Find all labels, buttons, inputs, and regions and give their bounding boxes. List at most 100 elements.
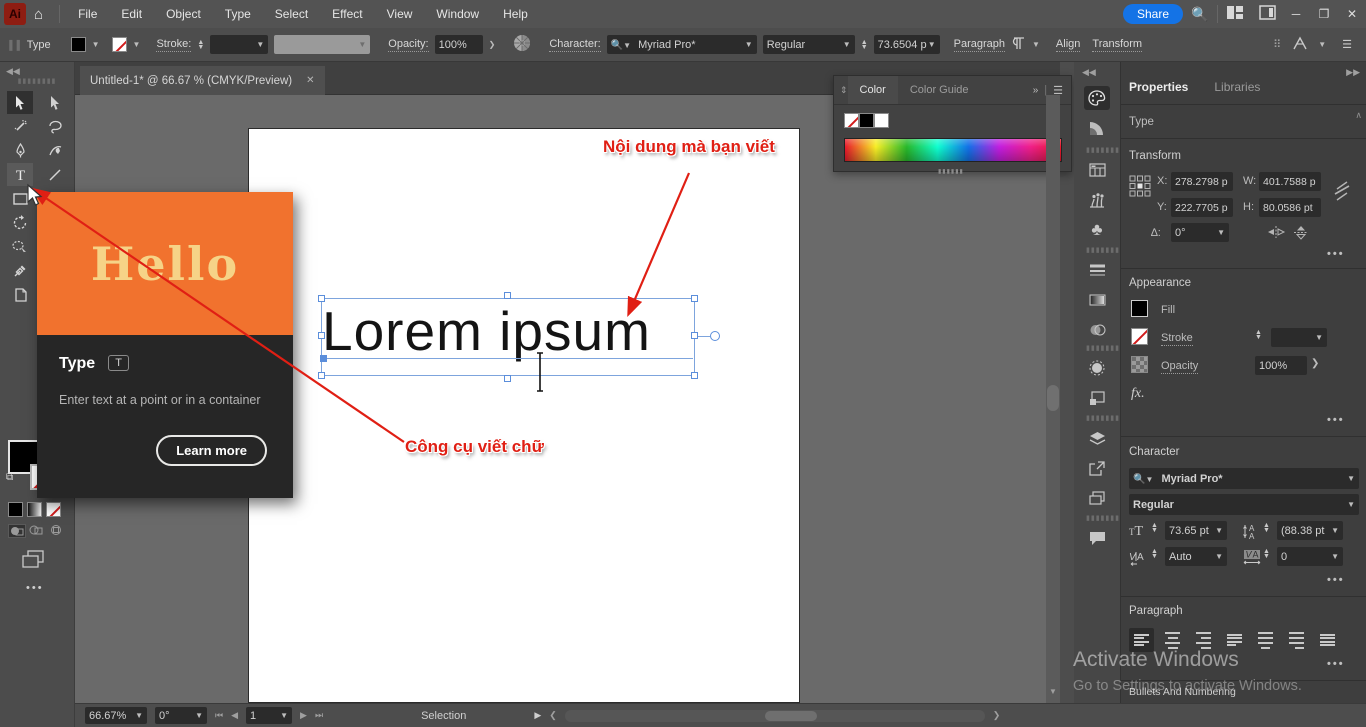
- symbols-panel-icon[interactable]: ♣: [1084, 218, 1110, 242]
- reference-point-grid[interactable]: [1129, 172, 1151, 201]
- tool-type[interactable]: T: [7, 163, 33, 186]
- font-size-stepper[interactable]: ▲▼: [861, 40, 868, 50]
- fill-color-swatch[interactable]: [71, 37, 86, 52]
- rotation-dropdown[interactable]: 0°▼: [155, 707, 207, 724]
- opacity-field[interactable]: 100%: [435, 35, 483, 54]
- search-icon[interactable]: 🔍: [1183, 6, 1217, 23]
- layers-panel-icon[interactable]: [1084, 426, 1110, 450]
- close-button[interactable]: ✕: [1338, 7, 1366, 21]
- vertical-scrollbar-thumb[interactable]: [1047, 385, 1059, 411]
- next-artboard-icon[interactable]: ▶: [300, 710, 307, 721]
- color-mode-none[interactable]: [46, 502, 61, 517]
- stroke-panel-icon[interactable]: [1084, 258, 1110, 282]
- learn-more-button[interactable]: Learn more: [156, 435, 267, 466]
- artboard[interactable]: Lorem ipsum: [248, 128, 800, 703]
- tool-pen[interactable]: [7, 139, 33, 162]
- menu-file[interactable]: File: [66, 0, 109, 28]
- first-artboard-icon[interactable]: ⏮: [215, 710, 223, 721]
- dock-options-icon[interactable]: ⠿: [1273, 38, 1282, 51]
- arrange-documents-icon[interactable]: [1218, 6, 1252, 22]
- artboards-panel-icon[interactable]: [1084, 486, 1110, 510]
- tool-direct-selection[interactable]: [42, 91, 68, 114]
- tab-properties[interactable]: Properties: [1129, 80, 1188, 94]
- panel-resize-grip[interactable]: ▮▮▮▮▮▮: [938, 168, 964, 175]
- selection-handle-sw[interactable]: [318, 372, 325, 379]
- horizontal-scrollbar[interactable]: [565, 710, 985, 722]
- collapse-panel-icon[interactable]: ◀◀: [0, 62, 74, 77]
- color-none-swatch[interactable]: [844, 113, 859, 128]
- align-left-button[interactable]: [1129, 628, 1154, 652]
- font-style-dropdown[interactable]: Regular▼: [763, 35, 855, 54]
- selection-handle-s[interactable]: [504, 375, 511, 382]
- font-family-dropdown[interactable]: 🔍▼ Myriad Pro*▼: [607, 35, 757, 54]
- artboard-number-dropdown[interactable]: 1▼: [246, 707, 292, 724]
- w-field[interactable]: 401.7588 p: [1259, 172, 1321, 191]
- kerning-dropdown[interactable]: Auto▼: [1165, 547, 1227, 566]
- leading-dropdown[interactable]: (88.38 pt▼: [1277, 521, 1343, 540]
- color-mode-color[interactable]: [8, 502, 23, 517]
- align-link[interactable]: Align: [1056, 38, 1080, 52]
- appearance-opacity-label[interactable]: Opacity: [1161, 360, 1198, 374]
- selection-handle-w[interactable]: [318, 332, 325, 339]
- constrain-proportions-icon[interactable]: [1333, 180, 1351, 205]
- character-style-dropdown[interactable]: Regular▼: [1129, 494, 1359, 515]
- color-spectrum-bar[interactable]: [844, 138, 1062, 162]
- selection-handle-e[interactable]: [691, 332, 698, 339]
- status-play-icon[interactable]: ▶: [534, 710, 541, 721]
- recolor-artwork-icon[interactable]: [513, 34, 531, 55]
- color-black-swatch[interactable]: [859, 113, 874, 128]
- transform-link[interactable]: Transform: [1092, 38, 1142, 52]
- chevron-down-icon[interactable]: ▼: [92, 40, 100, 49]
- font-size-dropdown[interactable]: 73.6504 p▼: [874, 35, 940, 54]
- appearance-fill-swatch[interactable]: [1131, 300, 1148, 317]
- tracking-stepper[interactable]: ▲▼: [1263, 549, 1270, 559]
- tracking-dropdown[interactable]: 0▼: [1277, 547, 1343, 566]
- draw-inside-mode[interactable]: [48, 524, 66, 538]
- previous-artboard-icon[interactable]: ◀: [231, 710, 238, 721]
- stroke-color-swatch[interactable]: [112, 37, 127, 52]
- selection-handle-se[interactable]: [691, 372, 698, 379]
- graphic-styles-panel-icon[interactable]: [1084, 386, 1110, 410]
- font-size-stepper[interactable]: ▲▼: [1151, 523, 1158, 533]
- edit-toolbar-icon[interactable]: •••: [26, 582, 44, 594]
- chevron-down-icon[interactable]: ▼: [133, 40, 141, 49]
- appearance-stroke-swatch[interactable]: [1131, 328, 1148, 345]
- y-field[interactable]: 222.7705 p: [1171, 198, 1233, 217]
- menu-select[interactable]: Select: [263, 0, 320, 28]
- opacity-value-field[interactable]: 100%: [1255, 356, 1307, 375]
- opacity-expand-icon[interactable]: ❯: [1311, 358, 1319, 369]
- tool-magic-wand[interactable]: [7, 115, 33, 138]
- tool-eyedropper[interactable]: [7, 259, 33, 282]
- menu-object[interactable]: Object: [154, 0, 213, 28]
- status-back-icon[interactable]: ❮: [549, 710, 557, 721]
- stroke-stepper[interactable]: ▲▼: [1255, 330, 1262, 340]
- tool-line-segment[interactable]: [42, 163, 68, 186]
- stroke-weight-dropdown[interactable]: ▼: [210, 35, 268, 54]
- tool-shape-builder[interactable]: [7, 235, 33, 258]
- vertical-scrollbar[interactable]: ▼: [1046, 95, 1060, 703]
- flip-horizontal-icon[interactable]: [1267, 225, 1285, 242]
- menu-window[interactable]: Window: [424, 0, 491, 28]
- draw-normal-mode[interactable]: [8, 524, 26, 538]
- selection-handle-n[interactable]: [504, 292, 511, 299]
- tool-lasso[interactable]: [42, 115, 68, 138]
- expand-dock-icon[interactable]: ▶▶: [1346, 67, 1360, 78]
- fx-icon[interactable]: fx.: [1131, 386, 1145, 402]
- scroll-up-icon[interactable]: ∧: [1355, 110, 1362, 121]
- rotation-dropdown[interactable]: 0°▼: [1171, 223, 1229, 242]
- character-label[interactable]: Character:: [549, 38, 600, 52]
- more-paragraph-options[interactable]: •••: [1327, 658, 1345, 670]
- paragraph-label[interactable]: Paragraph: [954, 38, 1005, 52]
- baseline-anchor[interactable]: [320, 355, 327, 362]
- close-tab-icon[interactable]: ✕: [306, 75, 314, 86]
- selection-handle-nw[interactable]: [318, 295, 325, 302]
- zoom-level-dropdown[interactable]: 66.67%▼: [85, 707, 147, 724]
- color-panel-icon[interactable]: [1084, 86, 1110, 110]
- transparency-panel-icon[interactable]: [1084, 318, 1110, 342]
- text-flow-port[interactable]: [710, 331, 720, 341]
- align-right-button[interactable]: [1191, 628, 1216, 652]
- color-mode-gradient[interactable]: [27, 502, 42, 517]
- h-field[interactable]: 80.0586 pt: [1259, 198, 1321, 217]
- tab-color-guide[interactable]: Color Guide: [898, 76, 981, 104]
- paragraph-panel-icon[interactable]: [1011, 36, 1026, 53]
